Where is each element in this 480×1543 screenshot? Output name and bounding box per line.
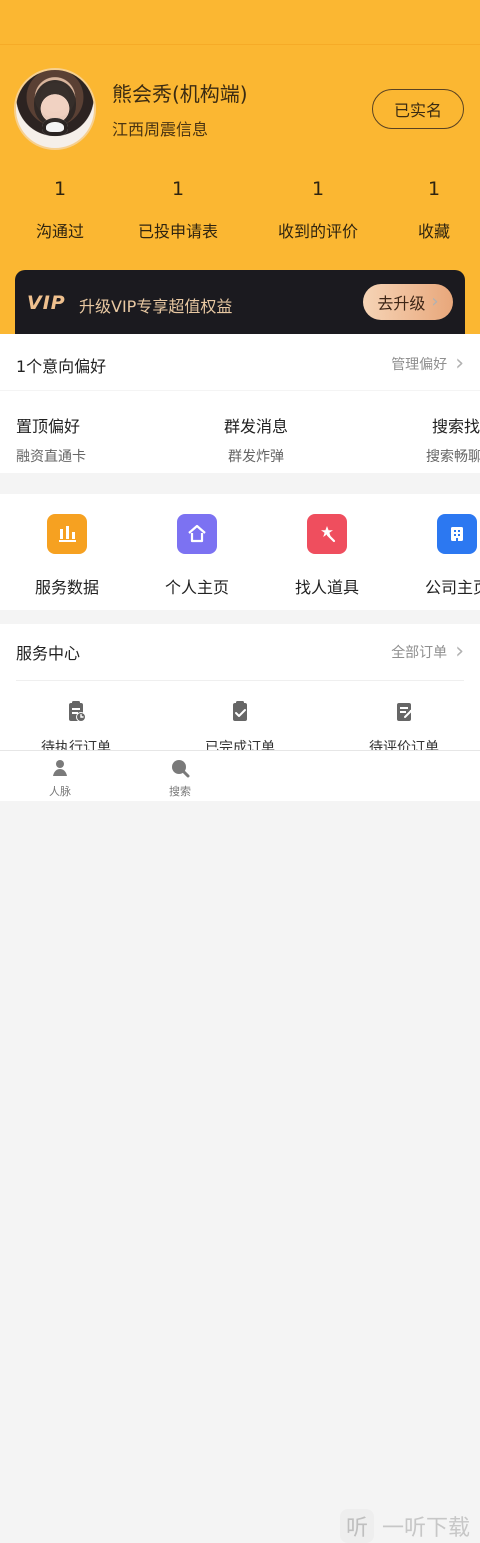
clipboard-check-icon <box>227 699 253 725</box>
stats-row: 1 沟通过 1 已投申请表 1 收到的评价 1 收藏 <box>0 178 480 248</box>
all-orders-label: 全部订单 <box>391 645 448 661</box>
building-icon <box>437 514 477 554</box>
orders-pending-review[interactable]: 待评价订单 <box>344 699 464 757</box>
service-center-title: 服务中心 <box>16 644 81 663</box>
preference-row[interactable]: 1个意向偏好 管理偏好 › <box>0 334 480 390</box>
service-center-items: 待执行订单 已完成订单 待评价订单 <box>0 681 480 757</box>
clipboard-clock-icon <box>63 699 89 725</box>
quick-link-label: 公司主页 <box>424 578 480 597</box>
orders-pending-execution[interactable]: 待执行订单 <box>16 699 136 757</box>
manage-preference-link[interactable]: 管理偏好 › <box>391 353 464 375</box>
feature-pin-preference[interactable]: 置顶偏好 融资直通卡 <box>16 413 166 466</box>
watermark: 听 一听下载 <box>339 1509 470 1543</box>
chevron-right-icon: › <box>431 291 439 312</box>
stat-label: 收藏 <box>417 222 450 241</box>
verified-button[interactable]: 已实名 <box>372 89 464 129</box>
quick-link-find-people-tools[interactable]: 找人道具 <box>282 514 372 598</box>
avatar[interactable] <box>14 68 96 150</box>
stat-item-applications[interactable]: 1 已投申请表 <box>118 178 238 242</box>
feature-title: 群发消息 <box>223 417 288 436</box>
profile-header: 熊会秀(机构端) 江西周震信息 已实名 1 沟通过 1 已投申请表 1 收到的评… <box>0 0 480 336</box>
stat-label: 沟通过 <box>35 222 84 241</box>
nav-label: 搜索 <box>169 785 191 798</box>
chevron-right-icon: › <box>455 639 464 664</box>
feature-subtitle: 融资直通卡 <box>16 449 86 465</box>
stat-label: 收到的评价 <box>277 222 358 241</box>
watermark-text: 一听下载 <box>381 1516 470 1541</box>
quick-link-label: 服务数据 <box>34 578 99 597</box>
nav-item-search[interactable]: 搜索 <box>150 757 210 799</box>
stat-label: 已投申请表 <box>137 222 218 241</box>
feature-subtitle: 搜索畅聊卡 <box>426 449 480 465</box>
clipboard-edit-icon <box>391 699 417 725</box>
stat-value: 1 <box>53 178 67 200</box>
bottom-nav: 人脉 搜索 听 一听下载 <box>0 750 480 1543</box>
vip-badge: VIP <box>27 292 66 314</box>
upgrade-button-label: 去升级 <box>377 294 426 313</box>
quick-link-service-data[interactable]: 服务数据 <box>22 514 112 598</box>
quick-link-personal-home[interactable]: 个人主页 <box>152 514 242 598</box>
quick-links-row: 服务数据 个人主页 找人道具 公司主 <box>0 514 480 598</box>
service-center-header: 服务中心 全部订单 › <box>0 624 480 680</box>
stat-item-favorites[interactable]: 1 收藏 <box>374 178 480 242</box>
manage-preference-label: 管理偏好 <box>391 357 448 373</box>
stat-value: 1 <box>171 178 185 200</box>
quick-links-card: 服务数据 个人主页 找人道具 公司主 <box>0 494 480 610</box>
preference-title: 1个意向偏好 <box>16 357 107 376</box>
quick-link-company-home[interactable]: 公司主页 <box>412 514 480 598</box>
quick-link-label: 找人道具 <box>294 578 359 597</box>
star-wand-icon <box>307 514 347 554</box>
stat-item-communicated[interactable]: 1 沟通过 <box>0 178 120 242</box>
bar-chart-icon <box>47 514 87 554</box>
feature-subtitle: 群发炸弹 <box>228 449 284 465</box>
feature-title: 搜索找人 <box>431 417 480 436</box>
stat-value: 1 <box>311 178 325 200</box>
stat-item-reviews[interactable]: 1 收到的评价 <box>258 178 378 242</box>
feature-search-people[interactable]: 搜索找人 搜索畅聊卡 <box>346 413 480 466</box>
vip-text: 升级VIP专享超值权益 <box>79 297 233 316</box>
home-icon <box>177 514 217 554</box>
profile-name: 熊会秀(机构端) <box>112 82 248 106</box>
upgrade-button[interactable]: 去升级 › <box>363 284 453 320</box>
search-chat-icon <box>169 757 191 779</box>
service-center-card: 服务中心 全部订单 › 待执行订单 已完成订单 待评价订单 <box>0 624 480 756</box>
chevron-right-icon: › <box>455 351 464 376</box>
stat-value: 1 <box>427 178 441 200</box>
feature-row: 置顶偏好 融资直通卡 群发消息 群发炸弹 搜索找人 搜索畅聊卡 <box>0 413 480 466</box>
quick-link-label: 个人主页 <box>164 578 229 597</box>
orders-completed[interactable]: 已完成订单 <box>180 699 300 757</box>
profile-company: 江西周震信息 <box>112 120 209 139</box>
vip-banner[interactable]: VIP 升级VIP专享超值权益 去升级 › <box>15 270 465 336</box>
watermark-logo-icon: 听 <box>339 1509 374 1543</box>
feature-card: 置顶偏好 融资直通卡 群发消息 群发炸弹 搜索找人 搜索畅聊卡 <box>0 391 480 473</box>
all-orders-link[interactable]: 全部订单 › <box>391 641 464 663</box>
nav-label: 人脉 <box>49 785 71 798</box>
people-icon <box>49 757 71 779</box>
feature-title: 置顶偏好 <box>16 417 81 436</box>
nav-item-contacts[interactable]: 人脉 <box>30 757 90 799</box>
top-divider <box>0 44 480 45</box>
feature-mass-message[interactable]: 群发消息 群发炸弹 <box>181 413 331 466</box>
